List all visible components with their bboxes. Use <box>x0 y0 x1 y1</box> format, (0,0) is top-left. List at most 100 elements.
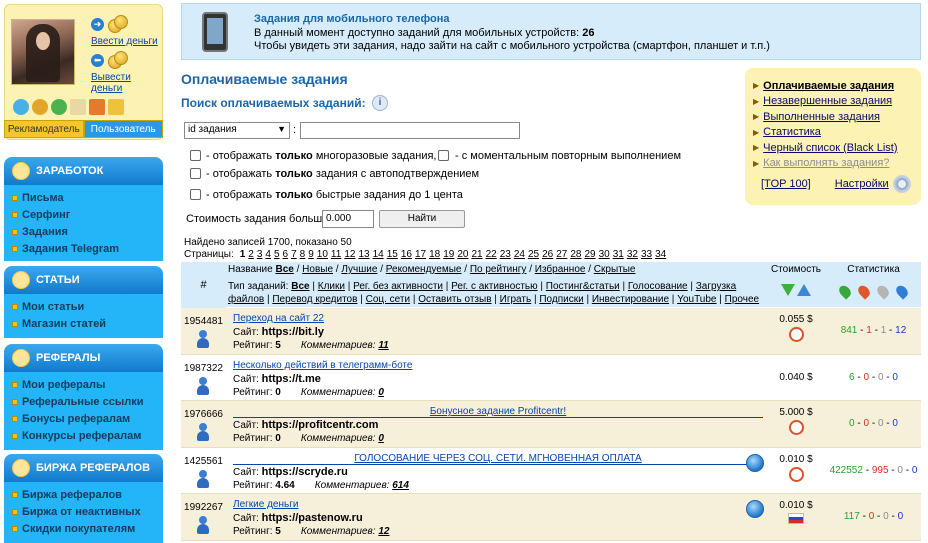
tab-user[interactable]: Пользователь <box>83 120 163 138</box>
checkbox-fast[interactable] <box>190 189 201 200</box>
page-link[interactable]: 20 <box>457 249 468 260</box>
find-button[interactable]: Найти <box>379 210 465 228</box>
sidebar-item-referral-exchange[interactable]: Биржа рефералов <box>12 486 163 503</box>
type-filter-link[interactable]: Голосование <box>628 281 688 292</box>
sidebar-item-referral-links[interactable]: Реферальные ссылки <box>12 393 163 410</box>
name-filter-link[interactable]: Рекомендуемые <box>386 264 462 275</box>
orange-pin-icon[interactable] <box>855 283 873 300</box>
tab-advertiser[interactable]: Рекламодатель <box>4 120 84 138</box>
page-link[interactable]: 23 <box>500 249 511 260</box>
sidebar-item-inactive-exchange[interactable]: Биржа от неактивных <box>12 503 163 520</box>
page-link[interactable]: 25 <box>528 249 539 260</box>
page-link[interactable]: 21 <box>471 249 482 260</box>
checkbox-instant-repeat[interactable] <box>438 150 449 161</box>
search-input[interactable] <box>300 122 520 139</box>
comments-link[interactable]: 0 <box>378 387 384 398</box>
sidebar-item-referral-contests[interactable]: Конкурсы рефералам <box>12 427 163 444</box>
task-title-link[interactable]: Переход на сайт 22 <box>233 313 324 324</box>
checkbox-reusable[interactable] <box>190 150 201 161</box>
user-icon[interactable] <box>196 376 210 395</box>
page-link[interactable]: 16 <box>401 249 412 260</box>
name-filter-link[interactable]: Избранное <box>535 264 586 275</box>
badge-icon[interactable] <box>13 99 29 115</box>
nav-paid-tasks[interactable]: ▶ Оплачиваемые задания <box>753 78 921 94</box>
type-filter-link[interactable]: Оставить отзыв <box>418 294 491 305</box>
type-filter-link[interactable]: Инвестирование <box>592 294 669 305</box>
type-filter-link[interactable]: Прочее <box>725 294 759 305</box>
page-link[interactable]: 31 <box>613 249 624 260</box>
gear-icon[interactable] <box>892 175 911 193</box>
nav-unfinished-tasks[interactable]: ▶ Незавершенные задания <box>753 94 921 110</box>
page-link[interactable]: 1 <box>240 249 246 260</box>
avatar[interactable] <box>11 19 75 85</box>
user-icon[interactable] <box>196 469 210 488</box>
page-link[interactable]: 2 <box>248 249 254 260</box>
type-filter-link[interactable]: Подписки <box>539 294 583 305</box>
sort-up-icon[interactable] <box>797 284 812 296</box>
page-link[interactable]: 12 <box>344 249 355 260</box>
page-link[interactable]: 15 <box>387 249 398 260</box>
menu-head-articles[interactable]: СТАТЬИ <box>4 266 163 294</box>
user-icon[interactable] <box>196 516 210 534</box>
page-link[interactable]: 22 <box>486 249 497 260</box>
name-filter-link[interactable]: Лучшие <box>341 264 377 275</box>
type-filter-link[interactable]: Клики <box>318 281 345 292</box>
page-link[interactable]: 3 <box>257 249 263 260</box>
nav-how-to[interactable]: ▶ Как выполнять задания? <box>753 156 921 172</box>
chart-icon[interactable] <box>108 99 124 115</box>
page-link[interactable]: 19 <box>443 249 454 260</box>
page-link[interactable]: 29 <box>584 249 595 260</box>
page-link[interactable]: 8 <box>300 249 306 260</box>
task-title-link[interactable]: Бонусное задание Profitcentr! <box>430 406 566 417</box>
name-filter-link[interactable]: Скрытые <box>594 264 636 275</box>
task-title-link[interactable]: Легкие деньги <box>233 499 298 510</box>
page-link[interactable]: 11 <box>331 249 341 260</box>
sidebar-item-my-articles[interactable]: Мои статьи <box>12 298 163 315</box>
page-link[interactable]: 4 <box>265 249 271 260</box>
nav-black-list[interactable]: ▶ Черный список (Black List) <box>753 140 921 156</box>
green-pin-icon[interactable] <box>837 283 854 300</box>
comments-link[interactable]: 0 <box>378 433 384 444</box>
blue-pin-icon[interactable] <box>893 283 910 300</box>
page-link[interactable]: 32 <box>627 249 638 260</box>
comments-link[interactable]: 11 <box>378 340 388 351</box>
name-filter-link[interactable]: По рейтингу <box>470 264 527 275</box>
user-icon[interactable] <box>196 423 210 441</box>
menu-head-earnings[interactable]: ЗАРАБОТОК <box>4 157 163 185</box>
page-link[interactable]: 7 <box>291 249 297 260</box>
top100-link[interactable]: [TOP 100] <box>761 178 811 190</box>
withdraw-link[interactable]: Вывести деньги <box>91 72 162 94</box>
menu-head-referral-exchange[interactable]: БИРЖА РЕФЕРАЛОВ <box>4 454 163 482</box>
withdraw-icons[interactable]: ⬅ <box>91 51 130 69</box>
comments-link[interactable]: 614 <box>392 480 409 491</box>
medal-icon[interactable] <box>32 99 48 115</box>
type-filter-link[interactable]: Перевод кредитов <box>272 294 357 305</box>
menu-head-referrals[interactable]: РЕФЕРАЛЫ <box>4 344 163 372</box>
page-link[interactable]: 14 <box>373 249 384 260</box>
type-filter-link[interactable]: Рег. с активностью <box>451 281 537 292</box>
dollar-icon[interactable] <box>51 99 67 115</box>
page-link[interactable]: 34 <box>655 249 666 260</box>
page-link[interactable]: 10 <box>317 249 328 260</box>
deposit-icons[interactable]: ➜ <box>91 15 130 33</box>
pencil-icon[interactable] <box>70 99 86 115</box>
user-icon[interactable] <box>196 330 210 348</box>
sidebar-item-article-shop[interactable]: Магазин статей <box>12 315 163 332</box>
sidebar-item-surfing[interactable]: Серфинг <box>12 206 163 223</box>
page-link[interactable]: 33 <box>641 249 652 260</box>
sort-down-icon[interactable] <box>780 284 795 296</box>
page-link[interactable]: 18 <box>429 249 440 260</box>
page-link[interactable]: 6 <box>283 249 289 260</box>
info-icon[interactable]: i <box>372 95 388 111</box>
page-link[interactable]: 27 <box>556 249 567 260</box>
sidebar-item-buyer-discounts[interactable]: Скидки покупателям <box>12 520 163 537</box>
sidebar-item-letters[interactable]: Письма <box>12 189 163 206</box>
page-link[interactable]: 5 <box>274 249 280 260</box>
sidebar-item-tasks[interactable]: Задания <box>12 223 163 240</box>
gift-icon[interactable] <box>89 99 105 115</box>
checkbox-autoconfirm[interactable] <box>190 168 201 179</box>
type-filter-link[interactable]: YouTube <box>677 294 716 305</box>
cost-input[interactable]: 0.000 <box>322 210 374 228</box>
page-link[interactable]: 26 <box>542 249 553 260</box>
task-title-link[interactable]: Несколько действий в телеграмм-боте <box>233 360 412 371</box>
